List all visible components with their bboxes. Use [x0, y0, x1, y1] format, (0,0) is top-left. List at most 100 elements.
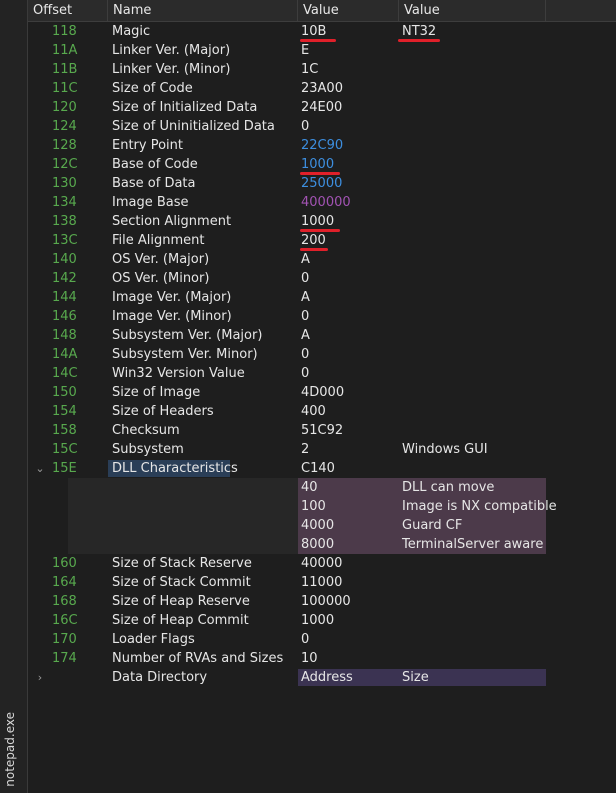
table-row[interactable]: 160 Size of Stack Reserve 40000	[28, 554, 616, 573]
table-row[interactable]: 174 Number of RVAs and Sizes 10	[28, 649, 616, 668]
name-cell: Base of Data	[112, 176, 196, 191]
offset-cell: 168	[52, 594, 77, 609]
name-cell: Base of Code	[112, 157, 198, 172]
table-row[interactable]: 16C Size of Heap Commit 1000	[28, 611, 616, 630]
table-row[interactable]: 120 Size of Initialized Data 24E00	[28, 98, 616, 117]
value-cell: 0	[301, 632, 310, 647]
offset-cell: 11B	[52, 62, 78, 77]
flag-row[interactable]: 4000 Guard CF	[28, 516, 616, 535]
table-row[interactable]: 130 Base of Data 25000	[28, 174, 616, 193]
table-row[interactable]: 158 Checksum 51C92	[28, 421, 616, 440]
table-row[interactable]: 164 Size of Stack Commit 11000	[28, 573, 616, 592]
name-cell: Size of Initialized Data	[112, 100, 258, 115]
name-cell: Subsystem Ver. (Major)	[112, 328, 263, 343]
column-name[interactable]: Name	[108, 0, 298, 21]
value-cell: 1000	[301, 613, 335, 628]
flag-row-background	[68, 535, 298, 554]
table-row[interactable]: 11B Linker Ver. (Minor) 1C	[28, 60, 616, 79]
value-cell: 40000	[301, 556, 343, 571]
table-row[interactable]: 14A Subsystem Ver. Minor) 0	[28, 345, 616, 364]
value-cell: 0	[301, 347, 310, 362]
file-sidebar: notepad.exe	[0, 0, 28, 793]
chevron-down-icon[interactable]: ⌄	[34, 459, 46, 478]
table-row[interactable]: 118 Magic 10B NT32	[28, 22, 616, 42]
value-cell: C140	[301, 461, 335, 476]
value-cell: 23A00	[301, 81, 343, 96]
table-row[interactable]: 128 Entry Point 22C90	[28, 136, 616, 155]
table-row[interactable]: 168 Size of Heap Reserve 100000	[28, 592, 616, 611]
flag-description: Guard CF	[402, 518, 463, 533]
table-row[interactable]: 11A Linker Ver. (Major) E	[28, 41, 616, 60]
name-cell: Section Alignment	[112, 214, 232, 229]
column-value[interactable]: Value	[298, 0, 399, 21]
value-cell: 400	[301, 404, 326, 419]
name-cell: Number of RVAs and Sizes	[112, 651, 284, 666]
name-cell: Subsystem Ver. Minor)	[112, 347, 258, 362]
name-cell: Size of Stack Commit	[112, 575, 251, 590]
table-row[interactable]: 124 Size of Uninitialized Data 0	[28, 117, 616, 136]
name-cell: File Alignment	[112, 233, 205, 248]
offset-cell: 154	[52, 404, 77, 419]
column-offset[interactable]: Offset	[28, 0, 108, 21]
name-cell: Size of Stack Reserve	[112, 556, 252, 571]
table-row[interactable]: 170 Loader Flags 0	[28, 630, 616, 649]
offset-cell: 15E	[52, 461, 77, 476]
table-row[interactable]: 140 OS Ver. (Major) A	[28, 250, 616, 269]
offset-cell: 134	[52, 195, 77, 210]
flag-value: 8000	[301, 537, 335, 552]
table-row[interactable]: 148 Subsystem Ver. (Major) A	[28, 326, 616, 345]
flag-row[interactable]: 40 DLL can move	[28, 478, 616, 497]
chevron-right-icon[interactable]: ›	[34, 668, 46, 687]
flag-row[interactable]: 100 Image is NX compatible	[28, 497, 616, 516]
flag-row-background	[68, 478, 298, 497]
table-row[interactable]: 154 Size of Headers 400	[28, 402, 616, 421]
offset-cell: 120	[52, 100, 77, 115]
table-row[interactable]: 150 Size of Image 4D000	[28, 383, 616, 402]
offset-cell: 164	[52, 575, 77, 590]
file-label[interactable]: notepad.exe	[3, 712, 17, 787]
value-cell: 1C	[301, 62, 319, 77]
offset-cell: 160	[52, 556, 77, 571]
name-cell: Loader Flags	[112, 632, 195, 647]
table-row[interactable]: ⌄ 15E DLL Characteristics C140	[28, 459, 616, 478]
value-cell: 400000	[301, 195, 351, 210]
value-cell: 51C92	[301, 423, 344, 438]
flag-row-background	[68, 516, 298, 535]
value-cell: A	[301, 328, 310, 343]
offset-cell: 15C	[52, 442, 78, 457]
offset-cell: 14A	[52, 347, 78, 362]
table-row[interactable]: 134 Image Base 400000	[28, 193, 616, 212]
value-cell: 10	[301, 651, 318, 666]
column-header: Offset Name Value Value	[28, 0, 616, 22]
table-row[interactable]: 13C File Alignment 200	[28, 231, 616, 251]
column-value-2[interactable]: Value	[399, 0, 546, 21]
table-row[interactable]: 15C Subsystem 2 Windows GUI	[28, 440, 616, 459]
value2-cell: Size	[402, 670, 429, 685]
value-cell: 4D000	[301, 385, 345, 400]
offset-cell: 174	[52, 651, 77, 666]
table-row[interactable]: 138 Section Alignment 1000	[28, 212, 616, 232]
name-cell: Win32 Version Value	[112, 366, 245, 381]
value-cell: 22C90	[301, 138, 344, 153]
name-cell: Linker Ver. (Major)	[112, 43, 231, 58]
offset-cell: 11A	[52, 43, 78, 58]
name-cell: Size of Heap Commit	[112, 613, 249, 628]
data-directory-row[interactable]: › Data Directory Address Size	[28, 668, 616, 687]
offset-cell: 144	[52, 290, 77, 305]
name-cell: Data Directory	[112, 670, 208, 685]
offset-cell: 138	[52, 214, 77, 229]
flag-row[interactable]: 8000 TerminalServer aware	[28, 535, 616, 554]
table-row[interactable]: 146 Image Ver. (Minor) 0	[28, 307, 616, 326]
table-row[interactable]: 11C Size of Code 23A00	[28, 79, 616, 98]
pe-optional-header-view: Offset Name Value Value 118 Magic 10B NT32 1…	[28, 0, 616, 793]
name-cell: Size of Code	[112, 81, 193, 96]
flag-row-background	[68, 497, 298, 516]
value-cell: 0	[301, 119, 310, 134]
table-row[interactable]: 142 OS Ver. (Minor) 0	[28, 269, 616, 288]
table-row[interactable]: 12C Base of Code 1000	[28, 155, 616, 175]
flag-description: DLL can move	[402, 480, 495, 495]
offset-cell: 140	[52, 252, 77, 267]
offset-cell: 158	[52, 423, 77, 438]
table-row[interactable]: 14C Win32 Version Value 0	[28, 364, 616, 383]
table-row[interactable]: 144 Image Ver. (Major) A	[28, 288, 616, 307]
